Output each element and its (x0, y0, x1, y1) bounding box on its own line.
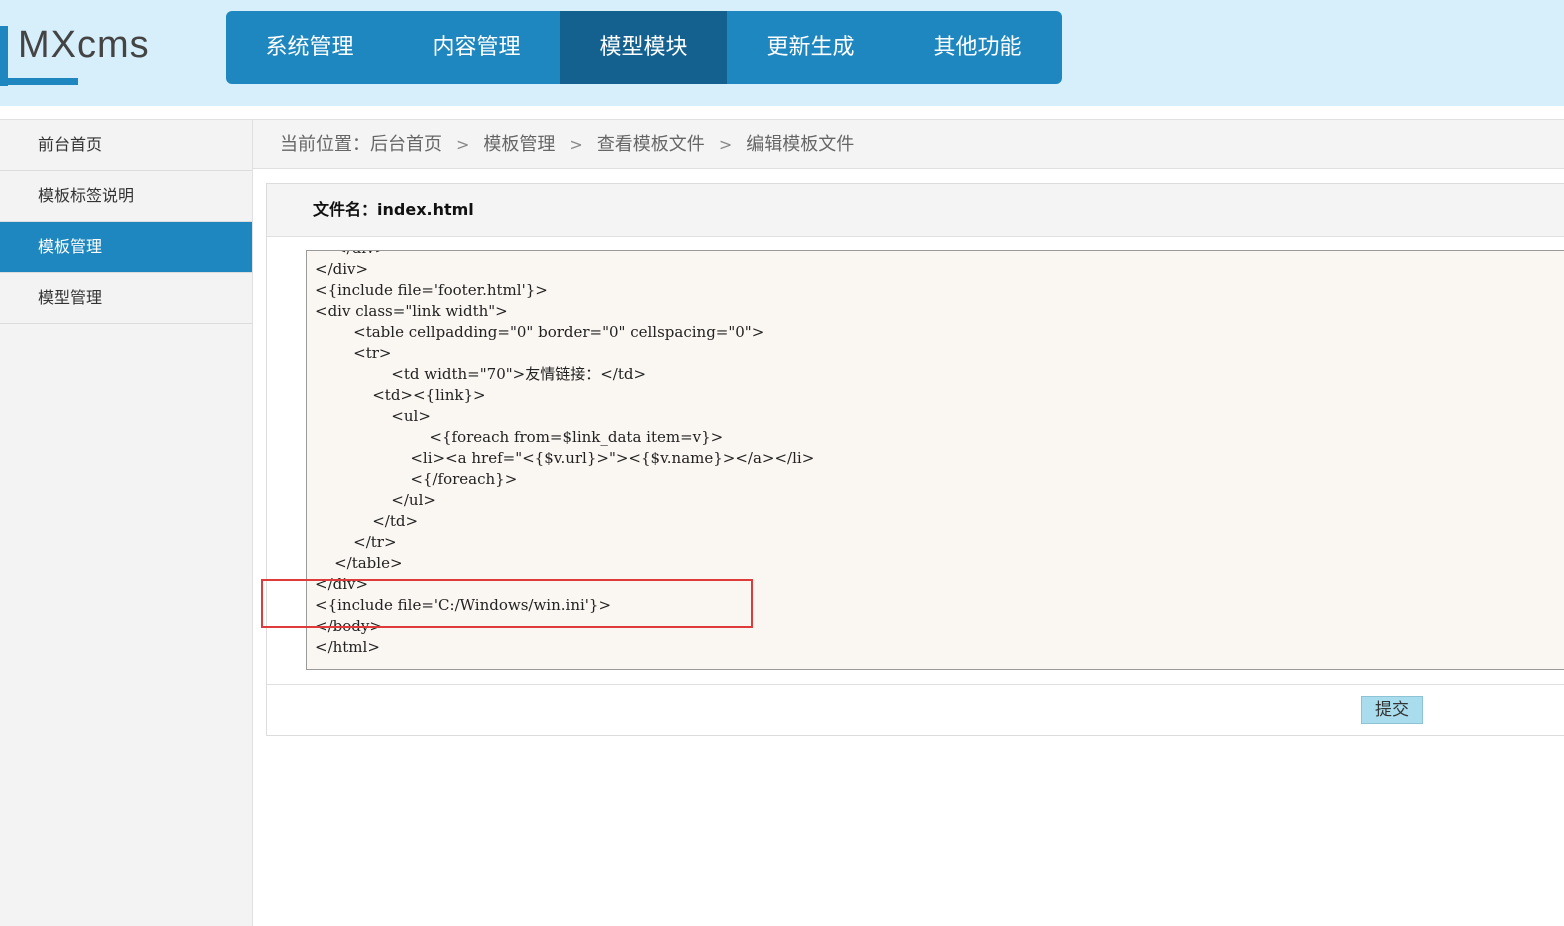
nav-item-system[interactable]: 系统管理 (226, 11, 393, 84)
top-nav: 系统管理 内容管理 模型模块 更新生成 其他功能 (226, 11, 1062, 84)
breadcrumb-prefix: 当前位置： (280, 134, 370, 155)
file-name-header: 文件名：index.html (267, 184, 1564, 237)
sidebar-item-template-tags[interactable]: 模板标签说明 (0, 171, 252, 222)
header: MXcms 系统管理 内容管理 模型模块 更新生成 其他功能 (0, 0, 1564, 106)
nav-item-model[interactable]: 模型模块 (560, 11, 727, 84)
submit-button[interactable]: 提交 (1361, 696, 1423, 724)
sidebar-item-home[interactable]: 前台首页 (0, 120, 252, 171)
nav-item-update[interactable]: 更新生成 (727, 11, 894, 84)
breadcrumb-separator: > (569, 135, 583, 154)
breadcrumb-separator: > (456, 135, 470, 154)
file-name-value: index.html (377, 200, 474, 219)
panel-divider (267, 684, 1564, 685)
breadcrumb-item-home[interactable]: 后台首页 (370, 134, 442, 155)
edit-panel: 文件名：index.html </div> </div> <{include f… (266, 183, 1564, 736)
sidebar: 前台首页 模板标签说明 模板管理 模型管理 (0, 119, 253, 926)
logo-text: MXcms (18, 24, 150, 66)
main-content: 当前位置：后台首页 > 模板管理 > 查看模板文件 > 编辑模板文件 文件名：index.h… (253, 119, 1564, 925)
file-name-label: 文件名： (313, 200, 378, 219)
sidebar-item-template-manage[interactable]: 模板管理 (0, 222, 252, 273)
breadcrumb-item-template-manage[interactable]: 模板管理 (483, 134, 555, 155)
breadcrumb: 当前位置：后台首页 > 模板管理 > 查看模板文件 > 编辑模板文件 (253, 119, 1564, 169)
breadcrumb-item-view-template[interactable]: 查看模板文件 (597, 134, 705, 155)
logo-bar (0, 26, 8, 86)
nav-item-content[interactable]: 内容管理 (393, 11, 560, 84)
template-code-editor[interactable]: </div> </div> <{include file='footer.htm… (306, 250, 1564, 670)
breadcrumb-item-edit-template: 编辑模板文件 (746, 134, 855, 155)
logo-underline (0, 78, 78, 85)
nav-item-other[interactable]: 其他功能 (894, 11, 1061, 84)
breadcrumb-separator: > (718, 135, 733, 154)
logo[interactable]: MXcms (0, 12, 180, 86)
template-code-text[interactable]: </div> </div> <{include file='footer.htm… (315, 251, 814, 658)
sidebar-item-model-manage[interactable]: 模型管理 (0, 273, 252, 324)
